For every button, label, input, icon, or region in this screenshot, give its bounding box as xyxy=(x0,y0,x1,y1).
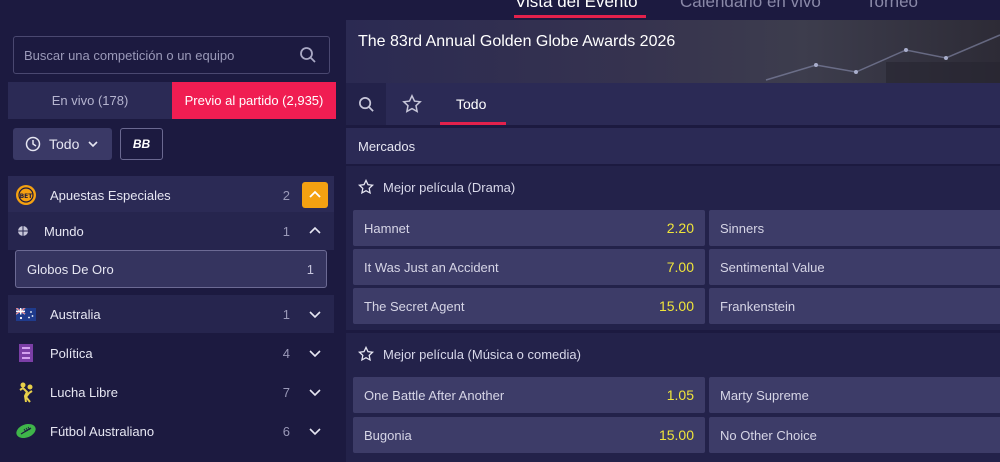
event-banner: The 83rd Annual Golden Globe Awards 2026 xyxy=(346,20,1000,83)
selection-name: Hamnet xyxy=(364,220,410,236)
chevron-down-icon[interactable] xyxy=(302,418,328,444)
bet-icon: BET xyxy=(14,183,38,207)
odds-value: 15.00 xyxy=(658,427,694,443)
search-icon xyxy=(358,96,374,112)
sidebar-item-count: 6 xyxy=(282,423,290,439)
chevron-down-icon[interactable] xyxy=(302,379,328,405)
market-group: Mejor película (Música o comedia) One Ba… xyxy=(346,333,1000,462)
chevron-down-icon[interactable] xyxy=(302,340,328,366)
sidebar-item-globos-de-oro[interactable]: Globos De Oro 1 xyxy=(15,250,327,288)
odds-button[interactable]: One Battle After Another 1.05 xyxy=(353,377,705,413)
svg-text:BET: BET xyxy=(20,193,34,200)
sidebar-item-label: Apuestas Especiales xyxy=(50,187,171,203)
time-filter-dropdown[interactable]: Todo xyxy=(13,128,112,160)
politics-icon xyxy=(14,341,38,365)
globe-icon xyxy=(16,219,30,243)
selection-name: It Was Just an Accident xyxy=(364,259,499,275)
time-filter-label: Todo xyxy=(49,136,80,152)
market-header[interactable]: Mejor película (Drama) xyxy=(346,166,1000,208)
sidebar-item-count: 1 xyxy=(282,306,290,322)
sidebar-item-mundo[interactable]: Mundo 1 xyxy=(8,212,334,250)
sidebar: Buscar una competición o un equipo En vi… xyxy=(0,20,346,462)
odds-button[interactable]: Marty Supreme xyxy=(709,377,1000,413)
selection-name: The Secret Agent xyxy=(364,298,465,314)
tab-calendario-en-vivo[interactable]: Calendario en vivo xyxy=(680,0,821,12)
sidebar-item-label: Lucha Libre xyxy=(50,384,118,400)
sidebar-item-lucha-libre[interactable]: Lucha Libre 7 xyxy=(8,373,334,411)
selection-name: Sinners xyxy=(720,220,765,236)
sidebar-item-australia[interactable]: Australia 1 xyxy=(8,295,334,333)
sidebar-item-label: Mundo xyxy=(44,223,84,239)
sidebar-item-count: 1 xyxy=(306,261,314,277)
selection-name: Marty Supreme xyxy=(720,387,809,403)
live-tab[interactable]: En vivo (178) xyxy=(8,82,172,119)
prematch-tab[interactable]: Previo al partido (2,935) xyxy=(172,82,336,119)
event-main-panel: The 83rd Annual Golden Globe Awards 2026… xyxy=(346,20,1000,462)
live-prematch-toggle: En vivo (178) Previo al partido (2,935) xyxy=(8,82,336,119)
market-title: Mejor película (Drama) xyxy=(383,179,516,195)
odds-value: 2.20 xyxy=(666,220,694,236)
market-search-button[interactable] xyxy=(346,83,386,125)
sidebar-item-apuestas-especiales[interactable]: BET Apuestas Especiales 2 xyxy=(8,176,334,214)
market-header[interactable]: Mejor película (Música o comedia) xyxy=(346,333,1000,375)
active-tab-underline xyxy=(514,15,646,18)
selection-name: Sentimental Value xyxy=(720,259,825,275)
odds-button[interactable]: Sinners xyxy=(709,210,1000,246)
odds-button[interactable]: The Secret Agent 15.00 xyxy=(353,288,705,324)
sidebar-item-label: Globos De Oro xyxy=(27,261,114,277)
sidebar-item-count: 4 xyxy=(282,345,290,361)
banner-graph-decoration xyxy=(765,34,1000,83)
chevron-up-icon[interactable] xyxy=(302,218,328,244)
odds-value: 1.05 xyxy=(666,387,694,403)
odds-button[interactable]: Frankenstein xyxy=(709,288,1000,324)
australia-flag-icon xyxy=(14,302,38,326)
search-placeholder: Buscar una competición o un equipo xyxy=(24,48,235,63)
odds-value: 7.00 xyxy=(666,259,694,275)
odds-button[interactable]: Bugonia 15.00 xyxy=(353,417,705,453)
tab-torneo[interactable]: Torneo xyxy=(866,0,918,12)
chevron-down-icon xyxy=(88,141,98,148)
odds-button[interactable]: Sentimental Value xyxy=(709,249,1000,285)
sidebar-item-label: Australia xyxy=(50,306,101,322)
selection-name: One Battle After Another xyxy=(364,387,505,403)
odds-button[interactable]: It Was Just an Accident 7.00 xyxy=(353,249,705,285)
active-tab-underline xyxy=(440,122,506,125)
tab-vista-del-evento[interactable]: Vista del Evento xyxy=(515,0,638,12)
event-title: The 83rd Annual Golden Globe Awards 2026 xyxy=(358,33,676,50)
search-icon[interactable] xyxy=(299,46,317,69)
star-icon[interactable] xyxy=(358,346,374,362)
market-title: Mejor película (Música o comedia) xyxy=(383,346,581,362)
tab-todo[interactable]: Todo xyxy=(456,96,486,112)
filter-bar: Todo BB xyxy=(13,128,163,160)
sidebar-item-label: Fútbol Australiano xyxy=(50,423,155,439)
odds-button[interactable]: No Other Choice xyxy=(709,417,1000,453)
sidebar-item-count: 2 xyxy=(282,187,290,203)
sidebar-item-count: 7 xyxy=(282,384,290,400)
event-top-nav: Vista del Evento Calendario en vivo Torn… xyxy=(346,0,1000,20)
odds-value: 15.00 xyxy=(658,298,694,314)
aussie-football-icon xyxy=(14,419,38,443)
selection-name: No Other Choice xyxy=(720,427,817,443)
sidebar-item-label: Política xyxy=(50,345,93,361)
selection-name: Frankenstein xyxy=(720,298,796,314)
market-tabs: Todo xyxy=(346,83,1000,125)
chevron-up-icon[interactable] xyxy=(302,182,328,208)
clock-icon xyxy=(25,136,41,152)
chevron-down-icon[interactable] xyxy=(302,301,328,327)
market-group: Mejor película (Drama) Hamnet 2.20 Sinner… xyxy=(346,166,1000,330)
star-icon[interactable] xyxy=(358,179,374,195)
sidebar-item-count: 1 xyxy=(282,223,290,239)
wrestling-icon xyxy=(14,380,38,404)
search-input[interactable]: Buscar una competición o un equipo xyxy=(13,36,330,74)
sidebar-item-futbol-australiano[interactable]: Fútbol Australiano 6 xyxy=(8,412,334,450)
selection-name: Bugonia xyxy=(364,427,412,443)
odds-button[interactable]: Hamnet 2.20 xyxy=(353,210,705,246)
bet-builder-button[interactable]: BB xyxy=(120,128,163,160)
sidebar-item-politica[interactable]: Política 4 xyxy=(8,334,334,372)
markets-header: Mercados xyxy=(346,128,1000,164)
favorite-star-icon[interactable] xyxy=(402,94,422,119)
